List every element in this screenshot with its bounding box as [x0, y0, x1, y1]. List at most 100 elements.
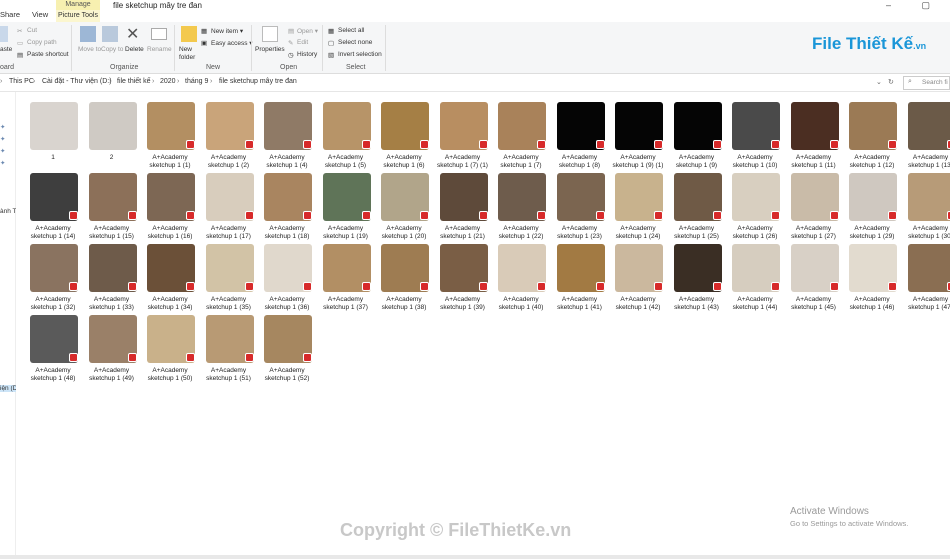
- file-name: A+Academy sketchup 1 (49): [89, 367, 134, 382]
- paste-shortcut-button[interactable]: Paste shortcut: [27, 51, 69, 58]
- nav-item-pictures[interactable]: ành T: [0, 208, 17, 215]
- file-item[interactable]: A+Academy sketchup 1 (37): [317, 238, 375, 311]
- file-item[interactable]: A+Academy sketchup 1 (51): [200, 309, 258, 382]
- file-item[interactable]: A+Academy sketchup 1 (38): [375, 238, 433, 311]
- file-item[interactable]: A+Academy sketchup 1 (42): [609, 238, 667, 311]
- file-item[interactable]: A+Academy sketchup 1 (23): [551, 167, 609, 240]
- file-item[interactable]: A+Academy sketchup 1 (52): [258, 309, 316, 382]
- file-item[interactable]: A+Academy sketchup 1 (49): [83, 309, 141, 382]
- file-item[interactable]: A+Academy sketchup 1 (48): [24, 309, 82, 382]
- file-item[interactable]: A+Academy sketchup 1 (14): [24, 167, 82, 240]
- easy-access-button[interactable]: Easy access ▾: [211, 39, 253, 47]
- properties-button[interactable]: Properties: [255, 46, 285, 53]
- window-controls[interactable]: – ▢: [886, 0, 944, 11]
- move-to-button[interactable]: Move to: [78, 46, 101, 53]
- tab-share[interactable]: Share: [0, 10, 20, 19]
- sketchup-file-icon: [69, 211, 78, 220]
- nav-item-drive[interactable]: iện (D: [0, 385, 17, 392]
- invert-selection-button[interactable]: Invert selection: [338, 51, 382, 58]
- ribbon-tabs: Share View Manage Picture Tools file ske…: [0, 0, 950, 22]
- file-item[interactable]: A+Academy sketchup 1 (44): [726, 238, 784, 311]
- breadcrumb-file-thiet-ke[interactable]: file thiết kế: [117, 78, 150, 85]
- file-item[interactable]: A+Academy sketchup 1 (21): [434, 167, 492, 240]
- file-item[interactable]: A+Academy sketchup 1 (36): [258, 238, 316, 311]
- file-item[interactable]: A+Academy sketchup 1 (47): [902, 238, 950, 311]
- chevron-right-icon: ›: [210, 78, 213, 85]
- file-item[interactable]: A+Academy sketchup 1 (46): [843, 238, 901, 311]
- file-item[interactable]: A+Academy sketchup 1 (16): [141, 167, 199, 240]
- file-item[interactable]: A+Academy sketchup 1 (29): [843, 167, 901, 240]
- search-icon: ⌕: [908, 78, 912, 85]
- breadcrumb-this-pc[interactable]: This PC: [9, 78, 34, 85]
- copy-to-button[interactable]: Copy to: [101, 46, 123, 53]
- file-item[interactable]: A+Academy sketchup 1 (17): [200, 167, 258, 240]
- group-new-label: New: [206, 64, 221, 71]
- file-name: A+Academy sketchup 1 (46): [849, 296, 895, 311]
- file-item[interactable]: A+Academy sketchup 1 (39): [434, 238, 492, 311]
- file-item[interactable]: A+Academy sketchup 1 (33): [83, 238, 141, 311]
- breadcrumb-drive[interactable]: Cài đặt - Thư viện (D:): [42, 78, 112, 85]
- copy-path-button[interactable]: Copy path: [27, 39, 57, 46]
- file-item[interactable]: A+Academy sketchup 1 (25): [668, 167, 726, 240]
- file-item[interactable]: A+Academy sketchup 1 (8): [551, 96, 609, 169]
- breadcrumb-current-folder[interactable]: file sketchup mây tre đan: [219, 78, 297, 85]
- file-item[interactable]: A+Academy sketchup 1 (5): [317, 96, 375, 169]
- navigation-pane: ✦ ✦ ✦ ✦ ành T iện (D: [0, 92, 17, 559]
- file-item[interactable]: A+Academy sketchup 1 (1): [141, 96, 199, 169]
- rename-button[interactable]: Rename: [147, 46, 172, 53]
- new-item-button[interactable]: New item ▾: [211, 27, 243, 35]
- file-item[interactable]: A+Academy sketchup 1 (34): [141, 238, 199, 311]
- file-item[interactable]: A+Academy sketchup 1 (4): [258, 96, 316, 169]
- sketchup-file-icon: [127, 211, 137, 220]
- select-none-button[interactable]: Select none: [338, 39, 372, 46]
- edit-button[interactable]: Edit: [297, 39, 308, 46]
- file-item[interactable]: A+Academy sketchup 1 (40): [492, 238, 550, 311]
- file-item[interactable]: A+Academy sketchup 1 (30): [902, 167, 950, 240]
- address-bar[interactable]: › This PC › Cài đặt - Thư viện (D:) › fi…: [0, 74, 950, 92]
- delete-button[interactable]: Delete: [125, 46, 144, 53]
- file-item[interactable]: A+Academy sketchup 1 (2): [200, 96, 258, 169]
- file-item[interactable]: A+Academy sketchup 1 (11): [785, 96, 843, 169]
- file-item[interactable]: A+Academy sketchup 1 (32): [24, 238, 82, 311]
- file-item[interactable]: A+Academy sketchup 1 (9) (1): [609, 96, 667, 169]
- file-item[interactable]: A+Academy sketchup 1 (22): [492, 167, 550, 240]
- file-item[interactable]: 1: [24, 96, 82, 166]
- file-item[interactable]: A+Academy sketchup 1 (10): [726, 96, 784, 169]
- open-button[interactable]: Open ▾: [297, 27, 318, 35]
- chevron-down-icon[interactable]: ⌄: [876, 78, 882, 86]
- file-thumbnail: [907, 102, 950, 150]
- tab-view[interactable]: View: [32, 10, 48, 19]
- file-item[interactable]: A+Academy sketchup 1 (43): [668, 238, 726, 311]
- file-item[interactable]: 2: [83, 96, 141, 166]
- file-item[interactable]: A+Academy sketchup 1 (12): [843, 96, 901, 169]
- history-button[interactable]: History: [297, 51, 317, 58]
- paste-button[interactable]: aste: [0, 46, 12, 53]
- status-bar: [0, 555, 950, 559]
- file-item[interactable]: A+Academy sketchup 1 (7) (1): [434, 96, 492, 169]
- new-folder-button[interactable]: New folder: [179, 46, 201, 62]
- breadcrumb-2020[interactable]: 2020: [160, 78, 176, 85]
- file-item[interactable]: A+Academy sketchup 1 (18): [258, 167, 316, 240]
- file-item[interactable]: A+Academy sketchup 1 (9): [668, 96, 726, 169]
- file-item[interactable]: A+Academy sketchup 1 (7): [492, 96, 550, 169]
- file-item[interactable]: A+Academy sketchup 1 (24): [609, 167, 667, 240]
- file-item[interactable]: A+Academy sketchup 1 (35): [200, 238, 258, 311]
- file-item[interactable]: A+Academy sketchup 1 (19): [317, 167, 375, 240]
- file-item[interactable]: A+Academy sketchup 1 (27): [785, 167, 843, 240]
- file-name: A+Academy sketchup 1 (47): [908, 296, 950, 311]
- file-item[interactable]: A+Academy sketchup 1 (13): [902, 96, 950, 169]
- file-item[interactable]: A+Academy sketchup 1 (45): [785, 238, 843, 311]
- cut-button[interactable]: Cut: [27, 27, 37, 34]
- file-item[interactable]: A+Academy sketchup 1 (20): [375, 167, 433, 240]
- breadcrumb-thang-9[interactable]: tháng 9: [185, 78, 208, 85]
- refresh-icon[interactable]: ↻: [888, 78, 894, 86]
- file-item[interactable]: A+Academy sketchup 1 (26): [726, 167, 784, 240]
- file-item[interactable]: A+Academy sketchup 1 (41): [551, 238, 609, 311]
- file-item[interactable]: A+Academy sketchup 1 (15): [83, 167, 141, 240]
- tab-picture-tools[interactable]: Picture Tools: [56, 10, 100, 22]
- tab-manage[interactable]: Manage: [56, 0, 100, 10]
- select-all-button[interactable]: Select all: [338, 27, 364, 34]
- file-item[interactable]: A+Academy sketchup 1 (50): [141, 309, 199, 382]
- file-item[interactable]: A+Academy sketchup 1 (6): [375, 96, 433, 169]
- ribbon-divider: [385, 25, 386, 71]
